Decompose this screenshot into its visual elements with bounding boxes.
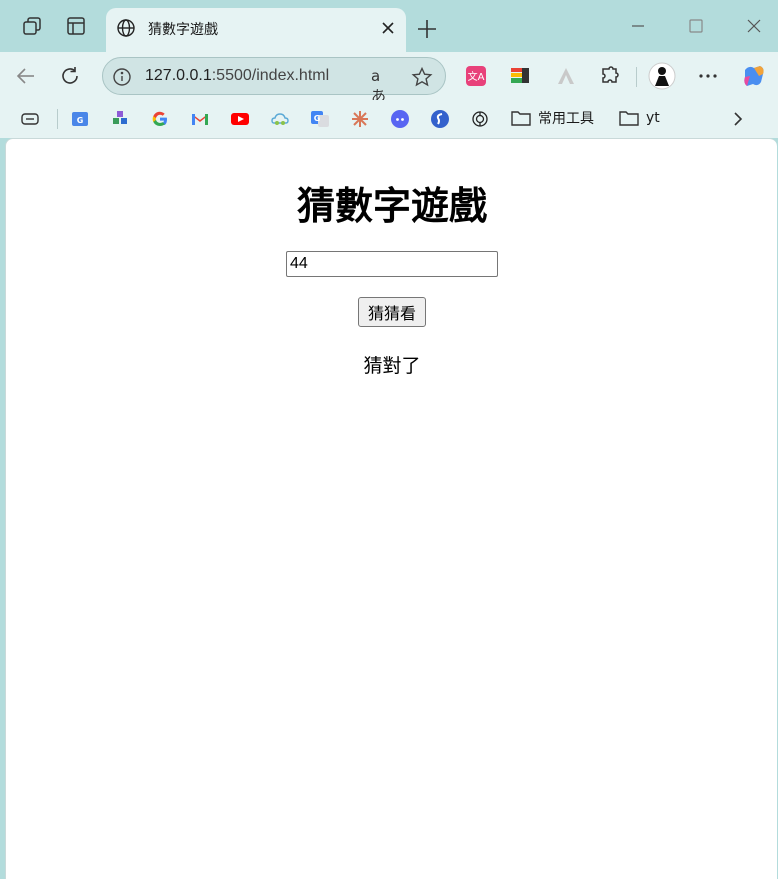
back-arrow-icon[interactable]: [14, 64, 38, 88]
bookmarks-divider: [57, 109, 58, 129]
copilot-icon[interactable]: [740, 62, 768, 90]
profile-avatar[interactable]: [648, 62, 676, 90]
google-bookmark-icon[interactable]: [150, 109, 170, 129]
site-info-icon[interactable]: [111, 66, 133, 88]
chatgpt-bookmark-icon[interactable]: [470, 109, 490, 129]
svg-text:G: G: [77, 116, 84, 125]
bookmark-folder-label: yt: [646, 110, 660, 126]
arc-extension-icon[interactable]: [554, 64, 578, 88]
tab-actions-icon[interactable]: [64, 14, 88, 38]
bookmark-folder-label: 常用工具: [538, 111, 594, 127]
new-tab-icon[interactable]: [416, 18, 438, 40]
claude-bookmark-icon[interactable]: [350, 109, 370, 129]
page-title: 猜數字遊戲: [296, 184, 487, 228]
guess-input[interactable]: [286, 251, 498, 277]
cubes-bookmark-icon[interactable]: [110, 109, 130, 129]
window-close-icon[interactable]: [744, 16, 764, 36]
bookmark-folder-tools[interactable]: 常用工具: [510, 108, 594, 128]
read-aloud-icon[interactable]: aあ: [371, 67, 395, 105]
chevron-right-icon[interactable]: [728, 109, 748, 129]
svg-text:文A: 文A: [468, 70, 485, 83]
workspaces-icon[interactable]: [20, 14, 44, 38]
refresh-icon[interactable]: [58, 64, 82, 88]
folder-icon: [619, 111, 639, 126]
bookmark-folder-yt[interactable]: yt: [618, 108, 660, 128]
bookmarks-bar: G G 常用工具 yt: [0, 100, 778, 138]
gmail-bookmark-icon[interactable]: [190, 109, 210, 129]
more-options-icon[interactable]: [696, 64, 720, 88]
tab-title: 猜數字遊戲: [148, 22, 218, 38]
minimize-icon[interactable]: [628, 16, 648, 36]
url-text[interactable]: 127.0.0.1:5500/index.html: [145, 67, 329, 85]
result-message: 猜對了: [363, 355, 421, 377]
cloud-bookmark-icon[interactable]: [270, 109, 290, 129]
tab-list-icon[interactable]: [20, 109, 40, 129]
title-bar: 猜數字遊戲: [0, 0, 778, 52]
favorite-star-icon[interactable]: [411, 66, 433, 88]
office-extension-icon[interactable]: [508, 64, 532, 88]
youtube-bookmark-icon[interactable]: [230, 109, 250, 129]
toolbar-divider: [636, 67, 637, 87]
close-tab-icon[interactable]: [380, 20, 396, 36]
active-tab[interactable]: 猜數字遊戲: [106, 8, 406, 52]
google-translate-bookmark-icon[interactable]: G: [310, 109, 330, 129]
discord-bookmark-icon[interactable]: [390, 109, 410, 129]
guess-button[interactable]: 猜猜看: [358, 297, 426, 327]
maximize-icon[interactable]: [686, 16, 706, 36]
simplenote-bookmark-icon[interactable]: [430, 109, 450, 129]
page-content: 猜數字遊戲 猜猜看 猜對了: [5, 138, 777, 879]
google-sheets-bookmark-icon[interactable]: G: [70, 109, 90, 129]
svg-text:G: G: [314, 114, 321, 123]
folder-icon: [511, 111, 531, 126]
browser-toolbar: 127.0.0.1:5500/index.html aあ 文A: [0, 52, 778, 105]
address-bar[interactable]: 127.0.0.1:5500/index.html aあ: [102, 57, 446, 105]
extensions-puzzle-icon[interactable]: [598, 64, 622, 88]
translate-extension-icon[interactable]: 文A: [464, 64, 488, 88]
globe-icon: [117, 19, 135, 37]
